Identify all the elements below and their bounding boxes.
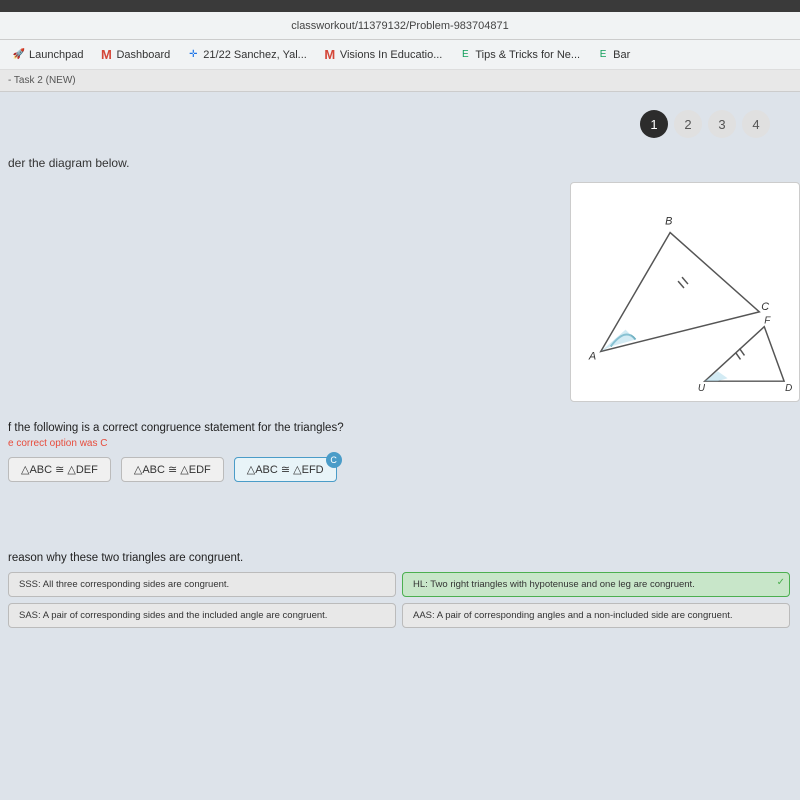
question-text: f the following is a correct congruence … xyxy=(8,422,790,434)
bookmarks-bar: 🚀 Launchpad M Dashboard ✛ 21/22 Sanchez,… xyxy=(0,40,800,70)
answer-options-row: △ABC ≅ △DEF △ABC ≅ △EDF △ABC ≅ △EFD C xyxy=(8,457,790,482)
page-1-label: 1 xyxy=(650,117,657,132)
tab-bar: - Task 2 (NEW) xyxy=(0,70,800,92)
main-content: 1 2 3 4 der the diagram below. B C A xyxy=(0,92,800,800)
svg-text:B: B xyxy=(665,216,672,228)
page-1-button[interactable]: 1 xyxy=(640,110,668,138)
bookmark-dashboard-label: Dashboard xyxy=(116,49,170,61)
correct-notice: e correct option was C xyxy=(8,438,790,449)
reason-options-grid: SSS: All three corresponding sides are c… xyxy=(8,572,790,628)
sanchez-icon: ✛ xyxy=(186,48,200,62)
question-area: f the following is a correct congruence … xyxy=(8,422,790,490)
diagram-svg: B C A U F D xyxy=(571,183,799,401)
visions-icon: M xyxy=(323,48,337,62)
bookmark-visions[interactable]: M Visions In Educatio... xyxy=(317,46,449,64)
dashboard-icon: M xyxy=(99,48,113,62)
page-2-button[interactable]: 2 xyxy=(674,110,702,138)
instruction-text: der the diagram below. xyxy=(8,156,129,170)
svg-text:C: C xyxy=(761,301,769,313)
bookmark-visions-label: Visions In Educatio... xyxy=(340,49,443,61)
browser-chrome xyxy=(0,0,800,12)
answer-option-b[interactable]: △ABC ≅ △EDF xyxy=(121,457,224,482)
page-2-label: 2 xyxy=(684,117,691,132)
answer-option-a[interactable]: △ABC ≅ △DEF xyxy=(8,457,111,482)
bar-icon: E xyxy=(596,48,610,62)
tips-icon: E xyxy=(458,48,472,62)
diagram-box: B C A U F D xyxy=(570,182,800,402)
page-4-label: 4 xyxy=(752,117,759,132)
reason-hl[interactable]: HL: Two right triangles with hypotenuse … xyxy=(402,572,790,597)
reason-section: reason why these two triangles are congr… xyxy=(8,552,790,628)
tab-label: - Task 2 (NEW) xyxy=(8,75,76,86)
reason-aas[interactable]: AAS: A pair of corresponding angles and … xyxy=(402,603,790,628)
bookmark-launchpad[interactable]: 🚀 Launchpad xyxy=(6,46,89,64)
bookmark-bar[interactable]: E Bar xyxy=(590,46,636,64)
selected-badge: C xyxy=(326,452,342,468)
url-text: classworkout/11379132/Problem-983704871 xyxy=(8,20,792,32)
check-icon: ✓ xyxy=(777,577,785,588)
page-3-button[interactable]: 3 xyxy=(708,110,736,138)
svg-text:F: F xyxy=(764,316,771,327)
bookmark-sanchez-label: 21/22 Sanchez, Yal... xyxy=(203,49,307,61)
launchpad-icon: 🚀 xyxy=(12,48,26,62)
bookmark-tips[interactable]: E Tips & Tricks for Ne... xyxy=(452,46,586,64)
bookmark-bar-label: Bar xyxy=(613,49,630,61)
bookmark-tips-label: Tips & Tricks for Ne... xyxy=(475,49,580,61)
url-bar[interactable]: classworkout/11379132/Problem-983704871 xyxy=(0,12,800,40)
reason-sss[interactable]: SSS: All three corresponding sides are c… xyxy=(8,572,396,597)
bookmark-launchpad-label: Launchpad xyxy=(29,49,83,61)
pagination: 1 2 3 4 xyxy=(640,110,770,138)
page-4-button[interactable]: 4 xyxy=(742,110,770,138)
svg-text:U: U xyxy=(698,383,706,394)
reason-text: reason why these two triangles are congr… xyxy=(8,552,790,564)
reason-sas[interactable]: SAS: A pair of corresponding sides and t… xyxy=(8,603,396,628)
svg-text:D: D xyxy=(785,383,792,394)
bookmark-dashboard[interactable]: M Dashboard xyxy=(93,46,176,64)
bookmark-sanchez[interactable]: ✛ 21/22 Sanchez, Yal... xyxy=(180,46,313,64)
answer-option-c[interactable]: △ABC ≅ △EFD C xyxy=(234,457,337,482)
svg-text:A: A xyxy=(588,350,596,362)
page-3-label: 3 xyxy=(718,117,725,132)
